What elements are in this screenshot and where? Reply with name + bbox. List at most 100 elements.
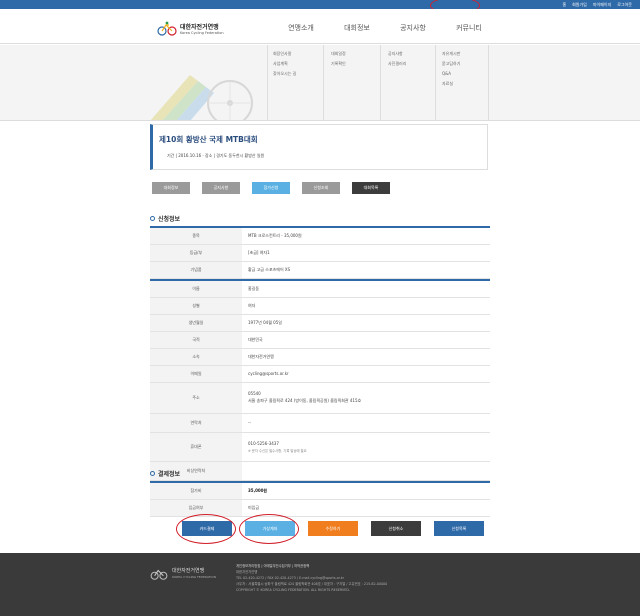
row-label: 참가비 xyxy=(150,482,242,500)
personal-info-table: 이름 홍길동 성별 여자 생년월일 1977년 04월 05일 국적 대한민국 … xyxy=(150,279,490,481)
bicycle-deco-graphic xyxy=(150,75,253,120)
top-link-join[interactable]: 회원가입 xyxy=(572,1,587,8)
payment-info-table: 참가비 35,000원 입금여부 미입금 xyxy=(150,481,490,517)
row-value: 1977년 04월 05일 xyxy=(242,314,490,332)
submenu-item[interactable]: 공지사항 xyxy=(388,49,406,59)
submenu-divider xyxy=(435,45,436,120)
table-row: 연락처 -- xyxy=(150,413,490,433)
footer-copyright: COPYRIGHT © KOREA CYCLING FEDERATION. AL… xyxy=(236,588,350,592)
edit-button[interactable]: 수정하기 xyxy=(308,521,358,536)
logo-korean-name: 대한자전거연맹 xyxy=(180,24,219,31)
row-label: 등급/부 xyxy=(150,244,242,262)
row-value xyxy=(242,461,490,481)
cycling-logo-icon xyxy=(157,21,177,36)
row-label: 입금여부 xyxy=(150,499,242,517)
event-title: 제10회 황방산 국제 MTB대회 xyxy=(159,135,258,144)
nav-event-info[interactable]: 대회정보 xyxy=(329,23,385,33)
tab-event-list[interactable]: 대회목록 xyxy=(352,182,390,194)
event-tabs: 대회정보 공지사항 참가신청 신청조회 대회목록 xyxy=(152,182,390,194)
row-label: 소속 xyxy=(150,348,242,366)
row-label: 연락처 xyxy=(150,413,242,433)
tab-event-info[interactable]: 대회정보 xyxy=(152,182,190,194)
submenu-item[interactable]: 기록확인 xyxy=(331,59,346,69)
footer-logo-korean: 대한자전거연맹 xyxy=(172,568,205,574)
submenu-item[interactable]: 사진갤러리 xyxy=(388,59,406,69)
event-meta: 기간 | 2016.10.16 · 장소 | 경기도 동두천시 황방산 일원 xyxy=(167,153,265,158)
site-footer: 대한자전거연맹 KOREA CYCLING FEDERATION 개인정보처리방… xyxy=(0,553,640,616)
row-label: 국적 xyxy=(150,331,242,349)
top-link-mypage[interactable]: 마이페이지 xyxy=(593,1,611,8)
submenu-col-about: 회장인사말 사업계획 찾아오시는 길 xyxy=(273,49,296,79)
top-link-logout[interactable]: 로그아웃 xyxy=(617,1,632,8)
table-row: 성별 여자 xyxy=(150,297,490,315)
row-value: 대한민국 xyxy=(242,331,490,349)
submenu-divider xyxy=(323,45,324,120)
submenu-divider xyxy=(267,45,268,120)
row-label: 휴대폰 xyxy=(150,432,242,462)
cancel-application-button[interactable]: 신청취소 xyxy=(371,521,421,536)
row-label: 기념품 xyxy=(150,261,242,279)
submenu-col-notice: 공지사항 사진갤러리 xyxy=(388,49,406,69)
submenu-item[interactable]: 찾아오시는 길 xyxy=(273,69,296,79)
table-row: 생년월일 1977년 04월 05일 xyxy=(150,314,490,332)
table-row: 휴대폰 010-5256-3437 ※ 문자 수신은 필수사항, 기록 발송에 … xyxy=(150,432,490,462)
postal-code: 05540 xyxy=(248,391,261,396)
top-utility-bar: 홈 회원가입 마이페이지 로그아웃 xyxy=(0,0,640,9)
table-row: 등급/부 [초급] 여자1 xyxy=(150,244,490,262)
table-row: 이메일 cycling@sports.or.kr xyxy=(150,365,490,383)
nav-about[interactable]: 연맹소개 xyxy=(273,23,329,33)
cycling-logo-icon xyxy=(150,569,168,580)
tab-apply[interactable]: 참가신청 xyxy=(252,182,290,194)
section-payment-label: 결제정보 xyxy=(158,471,181,478)
section-apply-label: 신청정보 xyxy=(158,216,181,223)
tab-apply-lookup[interactable]: 신청조회 xyxy=(302,182,340,194)
submenu-item[interactable]: Q&A xyxy=(442,69,460,79)
submenu-divider xyxy=(380,45,381,120)
top-links: 홈 회원가입 마이페이지 로그아웃 xyxy=(562,1,632,8)
footer-text: 개인정보처리방침 | 이메일무단수집거부 | 저작권정책 대한자전거연맹 TEL… xyxy=(236,563,387,593)
row-value: 05540 서울 송파구 올림픽로 424 (방이동, 올림픽공원) 올림픽회관… xyxy=(242,382,490,414)
submenu-col-community: 자유게시판 묻고답하기 Q&A 자료실 xyxy=(442,49,460,89)
row-label: 이메일 xyxy=(150,365,242,383)
circle-bullet-icon xyxy=(150,216,155,221)
submenu-item[interactable]: 대회일정 xyxy=(331,49,346,59)
submenu-item[interactable]: 회장인사말 xyxy=(273,49,296,59)
site-header: 대한자전거연맹 Korea Cycling Federation 연맹소개 대회… xyxy=(0,9,640,44)
table-row: 참가비 35,000원 xyxy=(150,482,490,500)
row-value: 홍길동 xyxy=(242,280,490,298)
logo-english-name: Korea Cycling Federation xyxy=(180,31,224,35)
section-payment-title: 결제정보 xyxy=(150,469,180,478)
row-value: 010-5256-3437 ※ 문자 수신은 필수사항, 기록 발송에 필요 xyxy=(242,432,490,462)
main-navigation: 연맹소개 대회정보 공지사항 커뮤니티 xyxy=(273,23,497,33)
footer-logo-english: KOREA CYCLING FEDERATION xyxy=(172,575,216,579)
row-label: 종목 xyxy=(150,227,242,245)
table-row: 이름 홍길동 xyxy=(150,280,490,298)
submenu-item[interactable]: 사업계획 xyxy=(273,59,296,69)
circle-bullet-icon xyxy=(150,471,155,476)
nav-notice[interactable]: 공지사항 xyxy=(385,23,441,33)
virtual-account-highlight-ellipse xyxy=(239,514,299,544)
row-value: [초급] 여자1 xyxy=(242,244,490,262)
submenu-item[interactable]: 자유게시판 xyxy=(442,49,460,59)
submenu-col-event: 대회일정 기록확인 xyxy=(331,49,346,69)
mobile-note: ※ 문자 수신은 필수사항, 기록 발송에 필요 xyxy=(248,448,307,453)
table-row: 소속 대한자전거연맹 xyxy=(150,348,490,366)
submenu-item[interactable]: 묻고답하기 xyxy=(442,59,460,69)
application-list-button[interactable]: 신청목록 xyxy=(434,521,484,536)
table-row: 주소 05540 서울 송파구 올림픽로 424 (방이동, 올림픽공원) 올림… xyxy=(150,382,490,414)
event-title-box: 제10회 황방산 국제 MTB대회 기간 | 2016.10.16 · 장소 |… xyxy=(150,124,488,170)
submenu-item[interactable]: 자료실 xyxy=(442,79,460,89)
submenu-panel: 회장인사말 사업계획 찾아오시는 길 대회일정 기록확인 공지사항 사진갤러리 … xyxy=(0,45,640,121)
top-link-home[interactable]: 홈 xyxy=(562,1,566,8)
site-logo[interactable]: 대한자전거연맹 Korea Cycling Federation xyxy=(157,20,235,40)
row-label: 성별 xyxy=(150,297,242,315)
table-row: 국적 대한민국 xyxy=(150,331,490,349)
tab-notice[interactable]: 공지사항 xyxy=(202,182,240,194)
row-label: 주소 xyxy=(150,382,242,414)
row-label: 이름 xyxy=(150,280,242,298)
address-line: 서울 송파구 올림픽로 424 (방이동, 올림픽공원) 올림픽회관 415호 xyxy=(248,398,362,403)
row-label: 생년월일 xyxy=(150,314,242,332)
footer-logo: 대한자전거연맹 KOREA CYCLING FEDERATION xyxy=(150,565,220,585)
nav-community[interactable]: 커뮤니티 xyxy=(441,23,497,33)
card-payment-highlight-ellipse xyxy=(176,514,236,544)
